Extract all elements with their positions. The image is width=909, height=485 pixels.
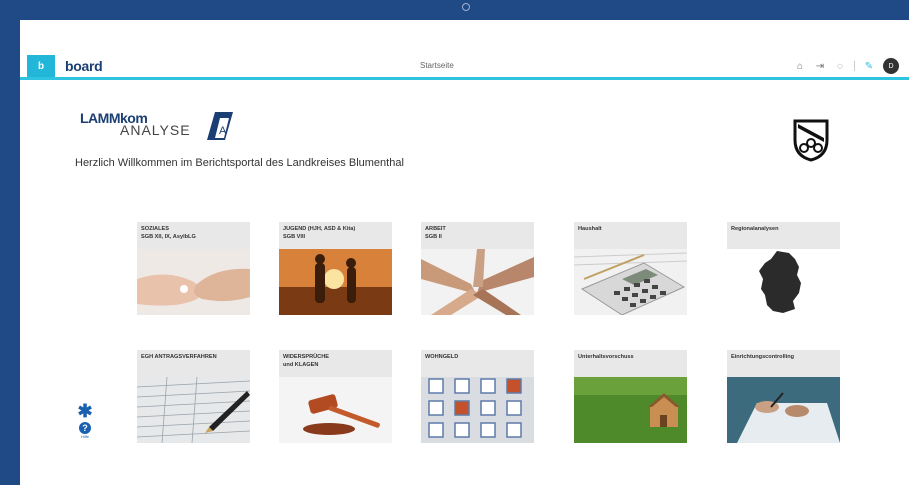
tile-title: Einrichtungscontrolling <box>727 350 840 377</box>
tile-title: EGH ANTRAGSVERFAHREN <box>137 350 250 377</box>
writing-desk-image <box>727 377 840 443</box>
building-windows-image <box>421 377 534 443</box>
tile-soziales[interactable]: SOZIALES SGB XII, IX, AsylbLG <box>137 222 250 315</box>
germany-map-image <box>727 249 840 315</box>
tile-title: WOHNGELD <box>421 350 534 377</box>
gavel-image <box>279 377 392 443</box>
help-icon[interactable]: ? <box>79 422 91 434</box>
feedback-star-icon[interactable]: ✱ <box>76 402 94 420</box>
sunset-family-image <box>279 249 392 315</box>
tile-einrichtungscontrolling[interactable]: Einrichtungscontrolling <box>727 350 840 443</box>
house-grass-image <box>574 377 687 443</box>
help-label: Hilfe <box>80 434 89 439</box>
tile-title: Haushalt <box>574 222 687 249</box>
help-widget[interactable]: ✱ ? Hilfe <box>76 402 94 439</box>
tile-title: JUGEND (HJH, ASD & Kita) SGB VIII <box>279 222 392 249</box>
toolbar-icons: ⌂ ⇥ ◌ ✎ D <box>794 58 899 74</box>
camera-dot <box>462 3 470 11</box>
tile-egh-antragsverfahren[interactable]: EGH ANTRAGSVERFAHREN <box>137 350 250 443</box>
lammkom-logo: LAMMkom ANALYSE <box>80 110 191 138</box>
logo-text-lamm: LAMM <box>80 110 121 126</box>
tile-title: Unterhaltsvorschuss <box>574 350 687 377</box>
hands-image <box>137 249 250 315</box>
app-screen: b board Startseite ⌂ ⇥ ◌ ✎ D LAMMkom ANA… <box>20 20 909 485</box>
tile-jugend[interactable]: JUGEND (HJH, ASD & Kita) SGB VIII <box>279 222 392 315</box>
user-avatar[interactable]: D <box>883 58 899 74</box>
page-title: Startseite <box>420 61 454 70</box>
svg-text:A: A <box>219 125 227 137</box>
tile-arbeit[interactable]: ARBEIT SGB II <box>421 222 534 315</box>
top-bar: b board Startseite ⌂ ⇥ ◌ ✎ D <box>20 55 909 80</box>
welcome-text: Herzlich Willkommen im Berichtsportal de… <box>75 157 404 169</box>
tile-widersprueche[interactable]: WIDERSPRÜCHE und KLAGEN <box>279 350 392 443</box>
tile-title: Regionalanalysen <box>727 222 840 249</box>
analyse-badge-icon: A <box>207 112 233 140</box>
tile-regionalanalysen[interactable]: Regionalanalysen <box>727 222 840 315</box>
edit-icon[interactable]: ✎ <box>863 61 875 72</box>
chat-icon[interactable]: ◌ <box>834 61 846 72</box>
calculator-image <box>574 249 687 315</box>
toolbar-divider <box>854 61 855 71</box>
tile-unterhaltsvorschuss[interactable]: Unterhaltsvorschuss <box>574 350 687 443</box>
county-crest-icon <box>793 119 829 162</box>
tile-title: ARBEIT SGB II <box>421 222 534 249</box>
tile-haushalt[interactable]: Haushalt <box>574 222 687 315</box>
home-icon[interactable]: ⌂ <box>794 61 806 72</box>
logo-text-analyse: ANALYSE <box>120 122 191 138</box>
tile-title: SOZIALES SGB XII, IX, AsylbLG <box>137 222 250 249</box>
tile-title: WIDERSPRÜCHE und KLAGEN <box>279 350 392 377</box>
app-logo-button[interactable]: b <box>27 55 55 77</box>
tile-wohngeld[interactable]: WOHNGELD <box>421 350 534 443</box>
team-hands-image <box>421 249 534 315</box>
brand-name: board <box>65 58 103 74</box>
form-pen-image <box>137 377 250 443</box>
exit-icon[interactable]: ⇥ <box>814 61 826 72</box>
